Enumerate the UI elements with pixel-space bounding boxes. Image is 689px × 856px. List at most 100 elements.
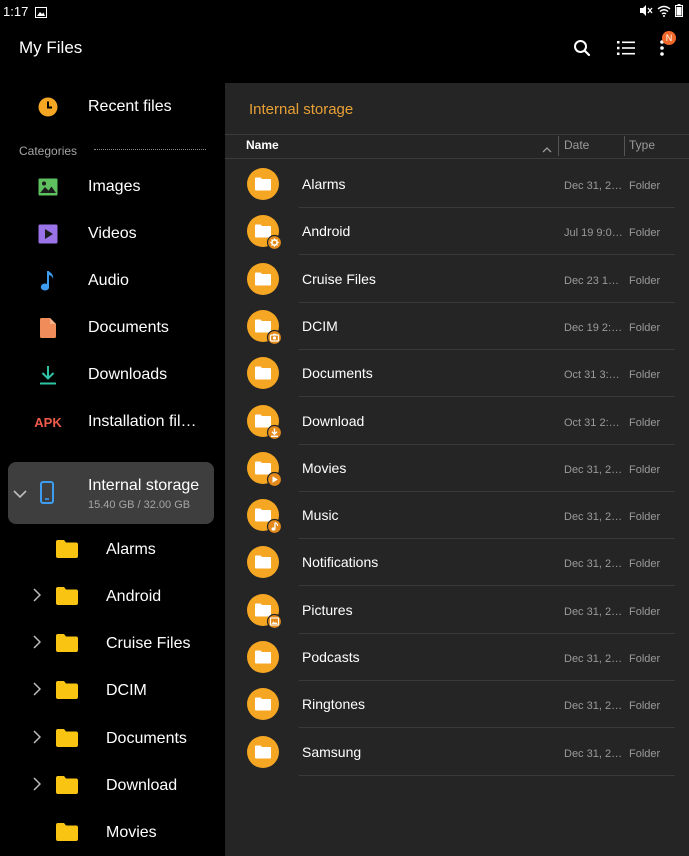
folder-icon	[56, 729, 78, 752]
list-view-button[interactable]	[612, 34, 640, 62]
document-icon	[36, 316, 60, 340]
sidebar-item-images[interactable]: Images	[0, 165, 225, 209]
storage-title: Internal storage	[88, 477, 200, 494]
file-date: Dec 19 2:…	[564, 321, 623, 334]
sidebar-item-label: Downloads	[88, 366, 168, 383]
sidebar-item-videos[interactable]: Videos	[0, 212, 225, 256]
tree-item-label: Documents	[106, 730, 187, 747]
sidebar-item-recent-files[interactable]: Recent files	[0, 85, 225, 129]
file-date: Jul 19 9:0…	[564, 227, 623, 240]
folder-icon	[247, 688, 279, 721]
search-button[interactable]	[568, 34, 596, 62]
tree-item-label: Movies	[106, 824, 157, 841]
file-row-download[interactable]: Download Oct 31 2:… Folder	[225, 398, 689, 445]
file-date: Oct 31 2:…	[564, 416, 620, 429]
sidebar-item-label: Installation fil…	[88, 413, 197, 430]
folder-icon	[247, 546, 279, 579]
file-row-movies[interactable]: Movies Dec 31, 2… Folder	[225, 445, 689, 492]
tree-item-documents[interactable]: Documents	[0, 717, 225, 761]
file-row-cruise-files[interactable]: Cruise Files Dec 23 1… Folder	[225, 256, 689, 303]
tree-item-cruise-files[interactable]: Cruise Files	[0, 622, 225, 666]
folder-icon	[247, 499, 281, 534]
file-type: Folder	[629, 700, 661, 713]
gallery-notification-icon	[35, 5, 47, 23]
tree-item-dcim[interactable]: DCIM	[0, 669, 225, 713]
folder-icon	[247, 735, 279, 768]
storage-usage: 15.40 GB / 32.00 GB	[88, 499, 191, 511]
file-date: Dec 31, 2…	[564, 605, 623, 618]
file-row-alarms[interactable]: Alarms Dec 31, 2… Folder	[225, 161, 689, 208]
folder-icon	[56, 823, 78, 846]
file-type: Folder	[629, 180, 661, 192]
file-row-podcasts[interactable]: Podcasts Dec 31, 2… Folder	[225, 634, 689, 681]
file-row-music[interactable]: Music Dec 31, 2… Folder	[225, 492, 689, 540]
folder-icon	[56, 540, 78, 563]
column-separator[interactable]	[558, 136, 559, 156]
sort-ascending-icon[interactable]	[542, 140, 552, 158]
folder-icon	[56, 634, 78, 657]
file-type: Folder	[629, 369, 661, 382]
tree-item-android[interactable]: Android	[0, 575, 225, 619]
file-row-pictures[interactable]: Pictures Dec 31, 2… Folder	[225, 587, 689, 634]
file-row-samsung[interactable]: Samsung Dec 31, 2… Folder	[225, 729, 689, 776]
chevron-right-icon[interactable]	[33, 682, 45, 700]
sidebar-item-label: Documents	[88, 319, 169, 336]
file-row-ringtones[interactable]: Ringtones Dec 31, 2… Folder	[225, 681, 689, 729]
list-view-icon	[617, 41, 635, 55]
divider	[225, 134, 689, 135]
file-date: Dec 31, 2…	[564, 511, 623, 524]
column-header-type[interactable]: Type	[629, 138, 655, 158]
sidebar: Recent files Categories Images Videos Au…	[0, 83, 225, 856]
sidebar-item-label: Images	[88, 178, 141, 195]
file-name: DCIM	[302, 317, 338, 334]
app-title: My Files	[19, 38, 83, 57]
chevron-right-icon[interactable]	[33, 635, 45, 653]
file-name: Music	[302, 507, 339, 524]
sidebar-item-internal-storage[interactable]: Internal storage 15.40 GB / 32.00 GB	[8, 462, 214, 524]
folder-icon	[247, 404, 281, 439]
chevron-right-icon[interactable]	[33, 588, 45, 606]
folder-icon	[56, 776, 78, 799]
file-row-dcim[interactable]: DCIM Dec 19 2:… Folder	[225, 303, 689, 350]
sidebar-item-label: Audio	[88, 272, 129, 289]
sidebar-item-documents[interactable]: Documents	[0, 306, 225, 350]
tree-item-download[interactable]: Download	[0, 764, 225, 808]
file-name: Movies	[302, 459, 347, 476]
tree-item-alarms[interactable]: Alarms	[0, 528, 225, 572]
sidebar-item-installation-files[interactable]: APK Installation fil…	[0, 400, 225, 444]
sidebar-item-label: Recent files	[88, 98, 172, 115]
file-name: Notifications	[302, 554, 379, 571]
file-row-notifications[interactable]: Notifications Dec 31, 2… Folder	[225, 539, 689, 587]
file-type: Folder	[629, 227, 661, 240]
sidebar-item-audio[interactable]: Audio	[0, 259, 225, 303]
current-folder-title: Internal storage	[249, 101, 354, 118]
notification-badge: N	[662, 31, 676, 45]
folder-icon	[247, 451, 281, 486]
tree-item-label: Download	[106, 777, 178, 794]
folder-icon	[247, 168, 279, 200]
folder-icon	[247, 357, 279, 390]
column-header-date[interactable]: Date	[564, 138, 589, 158]
file-type: Folder	[629, 416, 661, 429]
header-divider	[225, 158, 689, 159]
file-date: Dec 31, 2…	[564, 700, 623, 713]
file-name: Android	[302, 223, 351, 240]
tree-item-movies[interactable]: Movies	[0, 811, 225, 855]
status-bar: 1:17	[0, 0, 689, 24]
sidebar-item-downloads[interactable]: Downloads	[0, 353, 225, 397]
column-header-name[interactable]: Name	[246, 138, 279, 158]
camera-icon	[266, 329, 281, 344]
file-name: Ringtones	[302, 696, 366, 713]
column-separator[interactable]	[624, 136, 625, 156]
chevron-right-icon[interactable]	[33, 730, 45, 748]
file-name: Download	[302, 412, 365, 429]
file-name: Cruise Files	[302, 270, 376, 287]
file-row-android[interactable]: Android Jul 19 9:0… Folder	[225, 208, 689, 256]
battery-icon	[675, 4, 683, 22]
chevron-down-icon[interactable]	[13, 486, 27, 504]
chevron-right-icon[interactable]	[33, 777, 45, 795]
tree-item-label: DCIM	[106, 682, 147, 699]
file-type: Folder	[629, 653, 661, 665]
file-row-documents[interactable]: Documents Oct 31 3:… Folder	[225, 350, 689, 398]
folder-icon	[247, 593, 281, 628]
